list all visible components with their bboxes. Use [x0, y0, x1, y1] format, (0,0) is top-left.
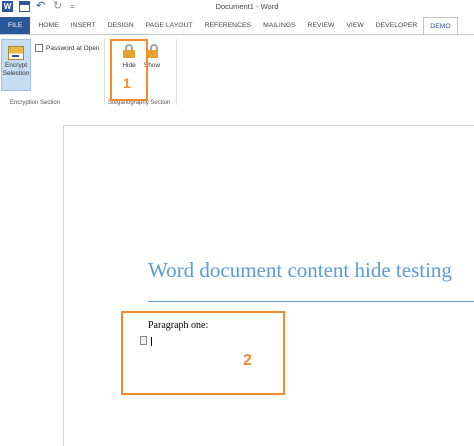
tab-design[interactable]: DESIGN — [102, 17, 140, 34]
heading-underline — [148, 301, 474, 302]
password-at-open-label: Password at Open — [46, 44, 100, 52]
callout-number-1: 1 — [123, 75, 131, 91]
encrypt-label-line1: Encrypt — [4, 62, 28, 69]
ribbon: Encrypt Selection Password at Open Encry… — [0, 34, 474, 110]
checkbox-icon[interactable] — [35, 44, 43, 52]
encrypt-label-line2: Selection — [2, 70, 30, 77]
ribbon-tabs: FILE HOME INSERT DESIGN PAGE LAYOUT REFE… — [0, 17, 474, 34]
document-page[interactable] — [63, 125, 474, 446]
callout-box-paragraph — [121, 311, 285, 395]
document-heading: Word document content hide testing — [148, 258, 452, 282]
callout-number-2: 2 — [243, 352, 252, 369]
encryption-group-label: Encryption Section — [10, 100, 61, 106]
tab-insert[interactable]: INSERT — [65, 17, 102, 34]
tab-file[interactable]: FILE — [0, 17, 31, 34]
encrypt-selection-button[interactable]: Encrypt Selection — [1, 39, 31, 91]
encrypt-icon — [8, 46, 24, 60]
tab-view[interactable]: VIEW — [340, 17, 369, 34]
tab-developer[interactable]: DEVELOPER — [370, 17, 424, 34]
tab-review[interactable]: REVIEW — [302, 17, 341, 34]
callout-box-hide — [110, 39, 148, 101]
password-at-open-checkbox[interactable]: Password at Open — [35, 44, 99, 52]
window-title: Document1 - Word — [215, 2, 279, 11]
tab-demo[interactable]: DEMO — [423, 17, 458, 34]
tab-references[interactable]: REFERENCES — [199, 17, 257, 34]
group-divider — [104, 39, 105, 105]
group-divider — [176, 39, 177, 105]
tab-home[interactable]: HOME — [32, 17, 64, 34]
title-bar: W ↶ ↻ = Document1 - Word — [0, 0, 474, 16]
tab-mailings[interactable]: MAILINGS — [257, 17, 301, 34]
tab-page-layout[interactable]: PAGE LAYOUT — [140, 17, 199, 34]
